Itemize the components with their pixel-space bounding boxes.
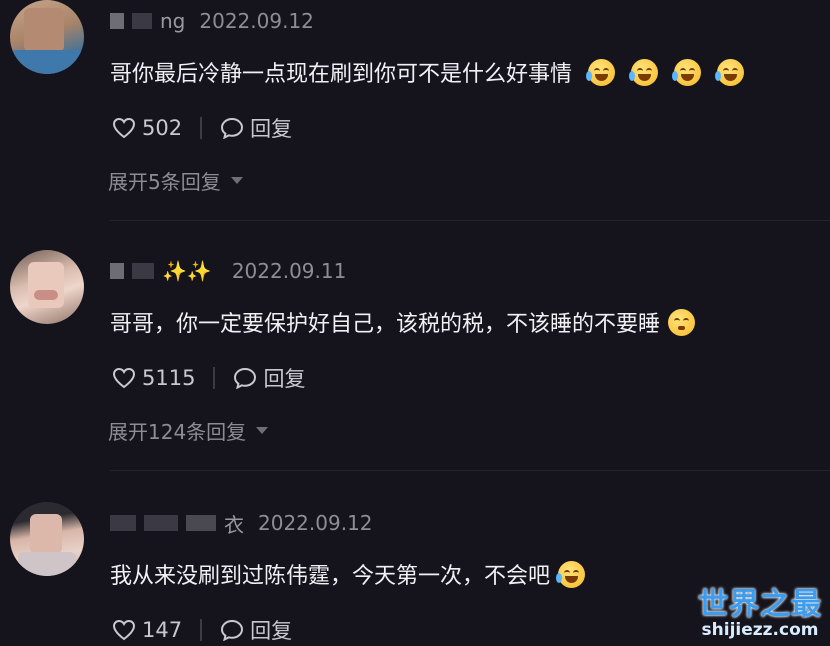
username-mask — [110, 263, 124, 279]
comment-actions: 147 回复 — [112, 614, 292, 646]
divider — [200, 619, 203, 641]
comment-text: 我从来没刷到过陈伟霆，今天第一次，不会吧 — [110, 564, 551, 589]
loudly-crying-emoji-icon — [556, 560, 586, 588]
expand-replies-button[interactable]: 展开124条回复 — [108, 416, 269, 445]
username-mask — [110, 515, 136, 531]
watermark-title: 世界之最 — [698, 587, 822, 622]
username-mask — [132, 13, 152, 29]
comment-header: ✨✨ 2022.09.11 — [110, 256, 346, 286]
comment-header: 衣 2022.09.12 — [110, 508, 373, 538]
comment-text-row: 哥哥，你一定要保护好自己，该税的税，不该睡的不要睡 — [110, 306, 696, 338]
crying-laughing-emoji-icon — [672, 58, 702, 86]
comment-date: 2022.09.12 — [258, 511, 373, 535]
comment-actions: 5115 回复 — [112, 362, 305, 394]
username-text: ✨✨ — [162, 259, 212, 283]
watermark-url: shijiezz.com — [701, 620, 819, 640]
comment-date: 2022.09.12 — [199, 9, 314, 33]
heart-icon[interactable] — [112, 619, 136, 641]
reply-icon[interactable] — [220, 619, 244, 641]
comment-text-row: 哥你最后冷静一点现在刷到你可不是什么好事情 — [110, 56, 745, 88]
reply-button[interactable]: 回复 — [250, 615, 292, 645]
reply-icon[interactable] — [220, 117, 244, 139]
comment-divider — [110, 220, 830, 221]
avatar[interactable] — [10, 250, 84, 324]
caret-down-icon — [256, 427, 269, 434]
like-count: 5115 — [142, 366, 196, 390]
heart-icon[interactable] — [112, 117, 136, 139]
site-watermark: 世界之最 shijiezz.com — [698, 590, 822, 639]
expand-replies-button[interactable]: 展开5条回复 — [108, 166, 243, 195]
reply-icon[interactable] — [233, 367, 257, 389]
reply-button[interactable]: 回复 — [250, 113, 292, 143]
username[interactable]: ✨✨ — [162, 259, 218, 283]
comment-divider — [110, 470, 830, 471]
like-count: 147 — [142, 618, 183, 642]
like-count: 502 — [142, 116, 183, 140]
expand-replies-label: 展开124条回复 — [108, 420, 247, 444]
comment-text-row: 我从来没刷到过陈伟霆，今天第一次，不会吧 — [110, 558, 586, 590]
username-mask — [132, 263, 154, 279]
crying-laughing-emoji-icon — [715, 58, 745, 86]
comment-text: 哥哥，你一定要保护好自己，该税的税，不该睡的不要睡 — [110, 312, 661, 337]
crying-laughing-emoji-icon — [586, 58, 616, 86]
heart-icon[interactable] — [112, 367, 136, 389]
reply-button[interactable]: 回复 — [263, 363, 305, 393]
username-mask — [186, 515, 216, 531]
avatar[interactable] — [10, 502, 84, 576]
comment-text: 哥你最后冷静一点现在刷到你可不是什么好事情 — [110, 62, 573, 87]
avatar[interactable] — [10, 0, 84, 74]
crying-laughing-emoji-icon — [629, 58, 659, 86]
username[interactable]: 衣 — [224, 509, 244, 538]
username-mask — [144, 515, 178, 531]
username[interactable]: ng — [160, 9, 185, 33]
comment-header: ng 2022.09.12 — [110, 6, 314, 36]
expand-replies-label: 展开5条回复 — [108, 170, 221, 194]
caret-down-icon — [230, 177, 243, 184]
comment-date: 2022.09.11 — [231, 259, 347, 283]
username-mask — [110, 13, 124, 29]
divider — [213, 367, 216, 389]
pleading-face-emoji-icon — [668, 308, 696, 336]
divider — [200, 117, 203, 139]
comment-actions: 502 回复 — [112, 112, 292, 144]
